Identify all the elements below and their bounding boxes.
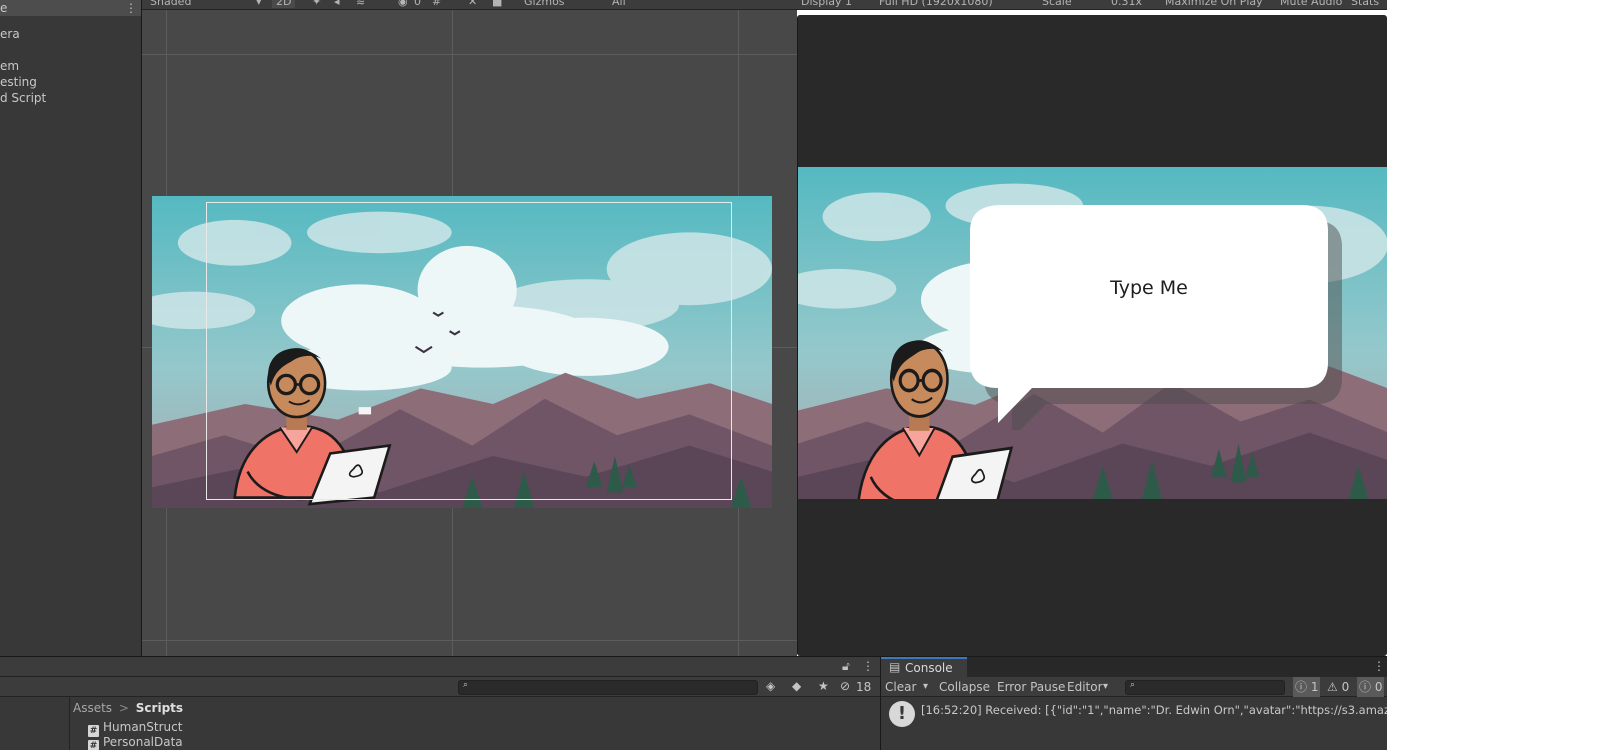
project-tab-header: 🔓︎ ⋮ [0, 657, 880, 677]
console-search-input[interactable]: ⌕ [1125, 680, 1285, 695]
resolution-dropdown[interactable]: Full HD (1920x1080) [879, 0, 993, 8]
project-panel: 🔓︎ ⋮ ⌕ ◈ ◆ ★ ⊘ 18 Assets > Scripts # Huma… [0, 656, 880, 750]
error-pause-button[interactable]: Error Pause [997, 677, 1065, 697]
hierarchy-item-system[interactable]: em [0, 58, 19, 74]
filter-by-type-icon[interactable]: ◈ [766, 679, 775, 693]
error-filter-toggle[interactable]: ⓘ 0 [1357, 677, 1385, 697]
error-count: 0 [1374, 680, 1383, 694]
collapse-button[interactable]: Collapse [939, 677, 990, 697]
favorite-star-icon[interactable]: ★ [818, 679, 829, 693]
scale-label: Scale [1042, 0, 1072, 8]
breadcrumb-scripts[interactable]: Scripts [136, 701, 183, 715]
info-filter-toggle[interactable]: ⓘ 1 [1293, 677, 1321, 697]
project-toolbar: ⌕ ◈ ◆ ★ ⊘ 18 [0, 677, 880, 697]
list-item[interactable]: # PersonalData [88, 735, 183, 750]
speech-bubble [970, 205, 1342, 430]
breadcrumb: Assets > Scripts [73, 701, 183, 717]
tools-icon[interactable]: ✕ [468, 0, 477, 8]
warning-count: 0 [1341, 680, 1350, 694]
breadcrumb-separator: > [118, 701, 129, 715]
console-panel: ▤ Console ⋮ Clear ▾ Collapse Error Pause… [880, 656, 1387, 750]
chevron-down-icon[interactable]: ▾ [1103, 677, 1108, 697]
scene-toolbar: Shaded ▾ 2D ✦ ◂ ≋ ◉ 0 # ✕ ■ Gizmos All [142, 0, 797, 10]
game-view[interactable]: Type Me [797, 15, 1387, 656]
more-options-icon[interactable]: ⋮ [1373, 659, 1385, 673]
warning-icon: ⚠ [1327, 680, 1338, 694]
clear-options-chevron-icon[interactable]: ▾ [923, 677, 928, 697]
hidden-packages-icon[interactable]: ⊘ [840, 679, 850, 693]
filter-by-label-icon[interactable]: ◆ [792, 679, 801, 693]
mode-2d-toggle[interactable]: 2D [272, 0, 296, 8]
project-search-input[interactable]: ⌕ [458, 680, 758, 695]
lighting-icon[interactable]: ✦ [312, 0, 321, 8]
hidden-count: 0 [414, 0, 421, 8]
clear-button[interactable]: Clear [885, 677, 916, 697]
mute-audio-toggle[interactable]: Mute Audio [1280, 0, 1342, 8]
chevron-down-icon[interactable]: ▾ [256, 0, 262, 8]
game-toolbar: Display 1 Full HD (1920x1080) Scale 0.31… [797, 0, 1387, 10]
layers-icon[interactable]: ≋ [356, 0, 365, 8]
more-options-icon[interactable]: ⋮ [862, 659, 874, 673]
console-tab-bar: ▤ Console ⋮ [881, 657, 1387, 677]
list-item[interactable]: # HumanStruct [88, 720, 183, 737]
project-folder-tree[interactable] [0, 697, 70, 750]
cloud-gizmo-icon: ☁ [447, 342, 463, 361]
hierarchy-item-scene[interactable]: e [0, 0, 7, 16]
console-log-list: ! [16:52:20] Received: [{"id":"1","name"… [881, 697, 1387, 750]
hierarchy-panel: e ⋮ era em esting d Script [0, 0, 142, 656]
console-toolbar: Clear ▾ Collapse Error Pause Editor ▾ ⌕ … [881, 677, 1387, 697]
draw-mode-dropdown[interactable]: Shaded [150, 0, 191, 8]
visibility-icon[interactable]: ◉ [398, 0, 408, 8]
gizmos-button[interactable]: Gizmos [524, 0, 565, 8]
scene-view[interactable]: ☁ [142, 10, 797, 656]
hierarchy-item-script[interactable]: d Script [0, 90, 46, 106]
stats-toggle[interactable]: Stats [1351, 0, 1379, 8]
log-entry[interactable]: [16:52:20] Received: [{"id":"1","name":"… [921, 703, 1387, 717]
info-icon: ⓘ [1295, 680, 1308, 694]
display-dropdown[interactable]: Display 1 [801, 0, 852, 8]
grid-icon[interactable]: # [432, 0, 441, 8]
editor-dropdown[interactable]: Editor [1067, 677, 1103, 697]
file-name: PersonalData [103, 735, 183, 749]
desktop-background [1387, 0, 1623, 750]
breadcrumb-assets[interactable]: Assets [73, 701, 112, 715]
maximize-on-play-toggle[interactable]: Maximize On Play [1165, 0, 1263, 8]
tab-console[interactable]: ▤ Console [881, 657, 967, 677]
search-icon: ⌕ [1130, 680, 1136, 690]
hierarchy-item-testing[interactable]: esting [0, 74, 37, 90]
audio-icon[interactable]: ◂ [334, 0, 340, 8]
hidden-packages-count: 18 [856, 680, 872, 694]
scene-search-input[interactable]: All [612, 0, 626, 8]
tab-console-label: Console [905, 661, 953, 675]
camera-icon[interactable]: ■ [492, 0, 502, 8]
info-message-icon: ! [889, 701, 915, 727]
lock-icon[interactable]: 🔓︎ [842, 659, 850, 674]
hierarchy-selected-row[interactable] [0, 0, 141, 16]
warning-filter-toggle[interactable]: ⚠ 0 [1327, 677, 1349, 697]
csharp-script-icon: # [88, 740, 99, 750]
scale-value[interactable]: 0.31x [1111, 0, 1142, 8]
file-name: HumanStruct [103, 720, 183, 734]
search-icon: ⌕ [463, 680, 469, 690]
unity-editor-window: e ⋮ era em esting d Script Shaded ▾ 2D ✦… [0, 0, 1623, 750]
error-icon: ⓘ [1359, 680, 1372, 694]
console-icon: ▤ [889, 660, 901, 674]
speech-bubble-text[interactable]: Type Me [1110, 277, 1188, 299]
info-count: 1 [1310, 680, 1319, 694]
hierarchy-item-camera[interactable]: era [0, 26, 20, 42]
more-options-icon[interactable]: ⋮ [125, 0, 137, 16]
